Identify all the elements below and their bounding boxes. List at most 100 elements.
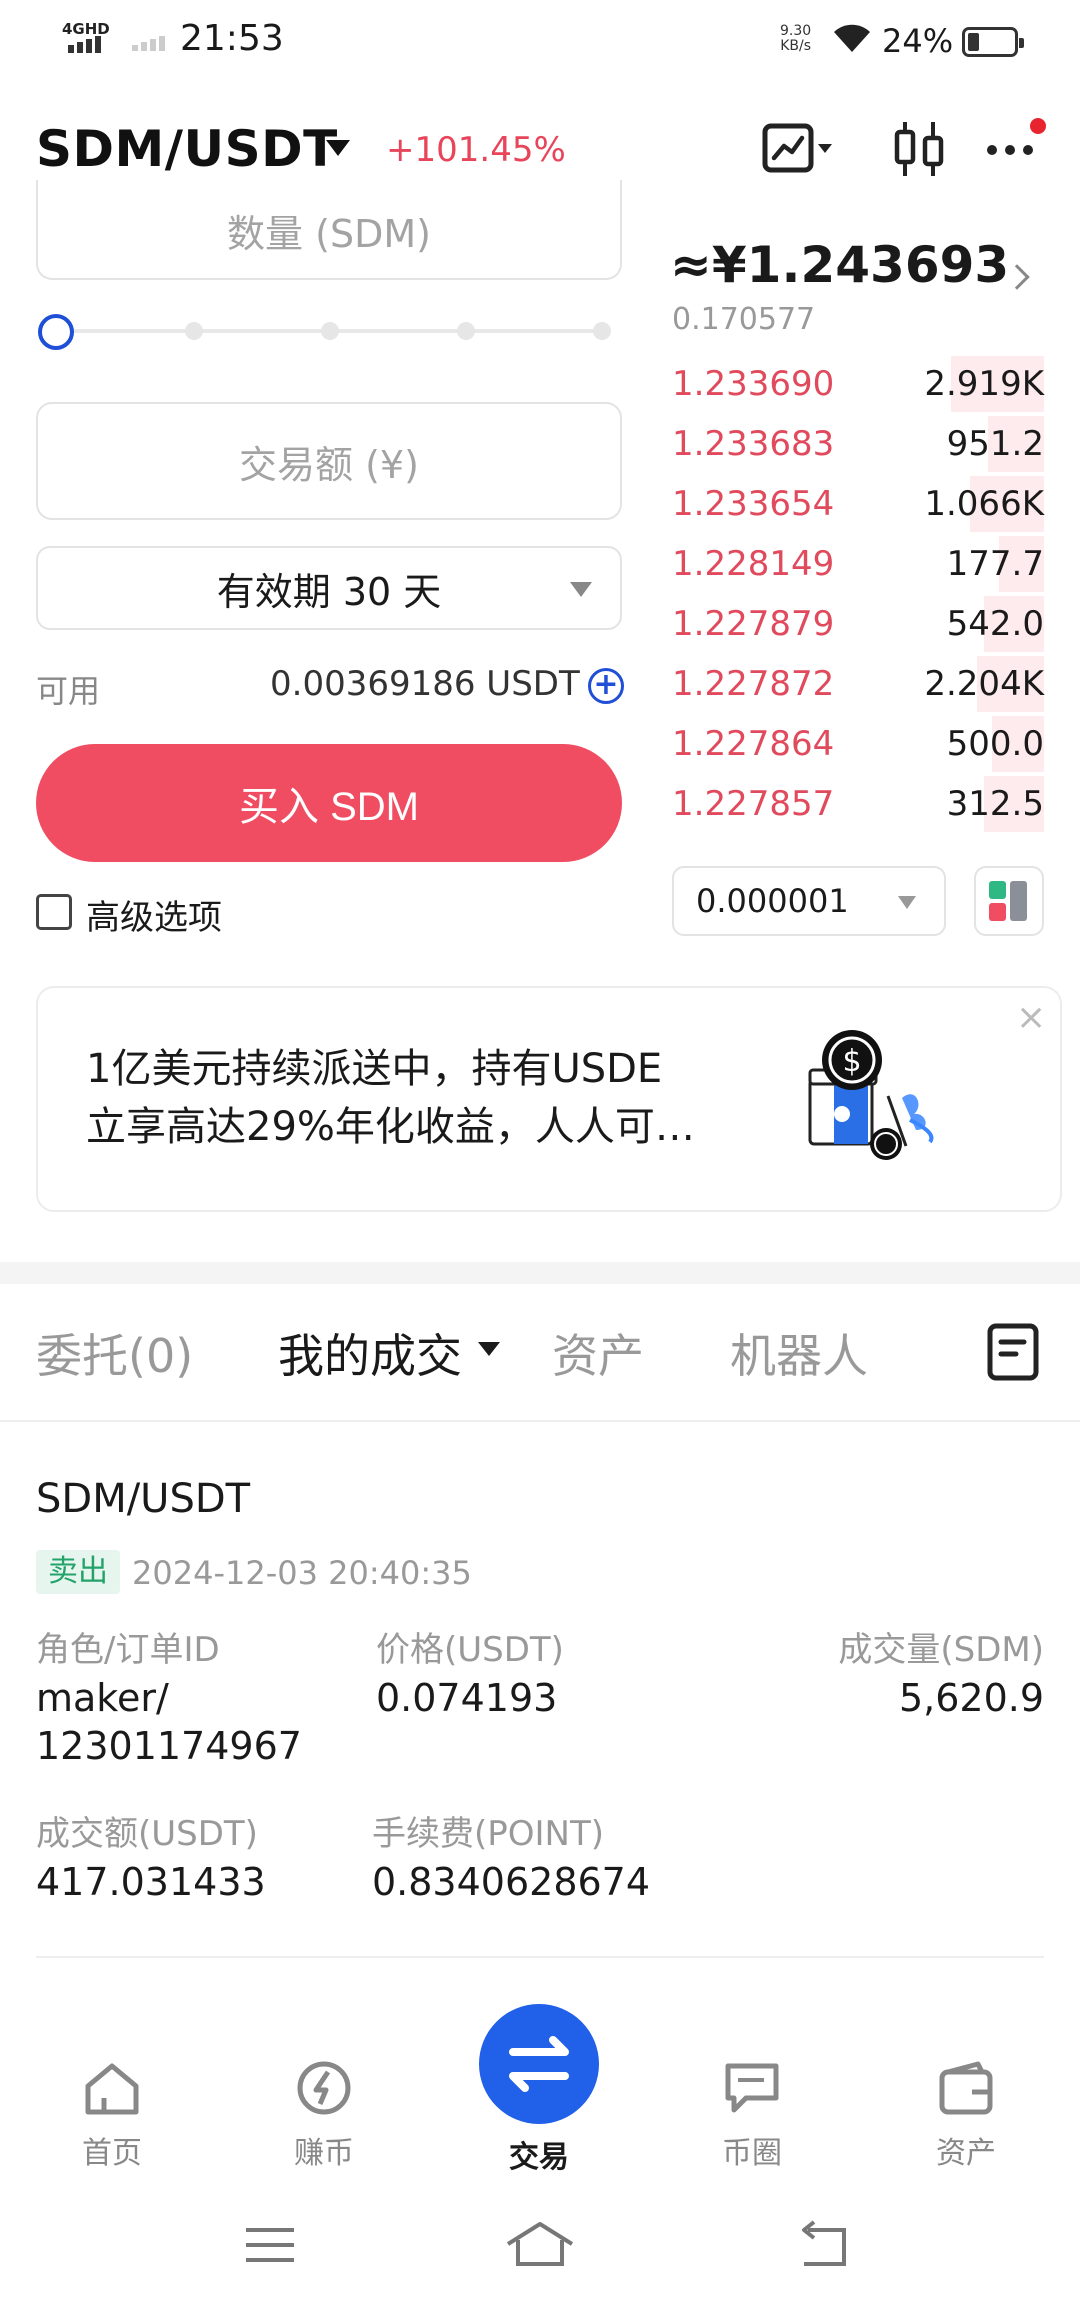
tab-bots[interactable]: 机器人	[730, 1320, 868, 1386]
slider-stop-75[interactable]	[457, 322, 475, 340]
chat-bubble-icon	[725, 2063, 779, 2113]
ask-price: 1.228149	[672, 544, 835, 584]
ask-row[interactable]: 1.233654 1.066K	[672, 474, 1044, 534]
buy-button[interactable]: 买入 SDM	[36, 744, 622, 862]
chart-icon[interactable]	[762, 118, 836, 178]
nav-feed[interactable]: 币圈	[692, 2058, 812, 2172]
home-system-icon[interactable]	[504, 2220, 576, 2270]
precision-dropdown-icon[interactable]	[898, 896, 916, 909]
signal-strength-icon	[68, 36, 101, 53]
ask-quantity: 2.204K	[924, 664, 1044, 704]
close-icon[interactable]: ×	[1016, 1000, 1046, 1036]
role-label: 角色/订单ID	[36, 1630, 220, 1670]
ask-price: 1.227864	[672, 724, 835, 764]
fee-label: 手续费(POINT)	[372, 1814, 605, 1854]
orderbook-layout-button[interactable]	[974, 866, 1044, 936]
ask-row[interactable]: 1.227864 500.0	[672, 714, 1044, 774]
ask-quantity: 1.066K	[924, 484, 1044, 524]
ask-row[interactable]: 1.227872 2.204K	[672, 654, 1044, 714]
wifi-icon	[834, 24, 870, 52]
ask-row[interactable]: 1.227879 542.0	[672, 594, 1044, 654]
pair-dropdown-icon[interactable]	[326, 140, 350, 156]
ask-row[interactable]: 1.227857 312.5	[672, 774, 1044, 834]
candlestick-icon[interactable]	[890, 118, 950, 180]
ask-row[interactable]: 1.228149 177.7	[672, 534, 1044, 594]
slider-stop-100[interactable]	[593, 322, 611, 340]
nav-earn[interactable]: 赚币	[264, 2058, 384, 2172]
slider-stop-25[interactable]	[185, 322, 203, 340]
price-label: 价格(USDT)	[376, 1630, 564, 1670]
quantity-input[interactable]: 数量 (SDM)	[36, 180, 622, 280]
nav-home[interactable]: 首页	[52, 2058, 172, 2172]
ask-quantity: 177.7	[946, 544, 1044, 584]
wallet-icon	[939, 2061, 993, 2115]
gift-coin-illustration-icon: $	[808, 1030, 934, 1160]
status-bar: 4GHD 21:53 9.30 KB/s 24%	[0, 0, 1080, 84]
layout-icon	[989, 881, 1027, 921]
back-icon[interactable]	[794, 2220, 854, 2270]
available-label: 可用	[36, 672, 101, 710]
nav-assets[interactable]: 资产	[906, 2058, 1026, 2172]
ask-price: 1.233654	[672, 484, 835, 524]
trade-amount-placeholder: 交易额 (¥)	[239, 442, 419, 487]
slider-knob[interactable]	[38, 314, 74, 350]
tab-orders[interactable]: 委托(0)	[36, 1320, 193, 1386]
role-value: maker/	[36, 1676, 169, 1720]
signal-strength-secondary-icon	[132, 36, 165, 51]
order-id-value: 12301174967	[36, 1724, 302, 1768]
battery-percent: 24%	[882, 22, 954, 60]
record-divider	[36, 1956, 1044, 1958]
amount-label: 成交额(USDT)	[36, 1814, 258, 1854]
ask-row[interactable]: 1.233690 2.919K	[672, 354, 1044, 414]
ask-quantity: 542.0	[946, 604, 1044, 644]
last-price[interactable]: ≈¥1.243693	[670, 236, 1009, 294]
notification-dot	[1030, 118, 1046, 134]
amount-value: 417.031433	[36, 1860, 266, 1904]
nav-assets-label: 资产	[936, 2136, 996, 2171]
advanced-options-label[interactable]: 高级选项	[86, 890, 222, 939]
recent-apps-icon[interactable]	[240, 2220, 300, 2270]
ask-row[interactable]: 1.233683 951.2	[672, 414, 1044, 474]
ask-quantity: 2.919K	[924, 364, 1044, 404]
network-speed: 9.30 KB/s	[780, 24, 811, 54]
nav-trade[interactable]	[479, 2004, 599, 2124]
swap-icon	[509, 2036, 569, 2092]
fee-value: 0.8340628674	[372, 1860, 651, 1904]
ask-price: 1.233690	[672, 364, 835, 404]
nav-trade-label[interactable]: 交易	[479, 2132, 599, 2176]
ask-price: 1.227879	[672, 604, 835, 644]
section-divider	[0, 1262, 1080, 1284]
ask-price: 1.227857	[672, 784, 835, 824]
trade-time: 2024-12-03 20:40:35	[132, 1554, 472, 1592]
tab-my-trades[interactable]: 我的成交	[278, 1320, 462, 1386]
clock: 21:53	[180, 18, 284, 59]
nav-home-label: 首页	[82, 2136, 142, 2171]
side-badge: 卖出	[36, 1550, 120, 1594]
advanced-options-checkbox[interactable]	[36, 894, 72, 930]
trade-pair: SDM/USDT	[36, 1476, 251, 1522]
promo-line-2: 立享高达29%年化收益，人人可…	[86, 1104, 695, 1150]
tabs-divider	[0, 1420, 1080, 1422]
price-value: 0.074193	[376, 1676, 558, 1720]
pair-selector[interactable]: SDM/USDT	[36, 120, 338, 178]
nav-feed-label: 币圈	[722, 2136, 782, 2171]
volume-label: 成交量(SDM)	[838, 1630, 1044, 1670]
validity-select[interactable]: 有效期 30 天	[36, 546, 622, 630]
slider-stop-50[interactable]	[321, 322, 339, 340]
price-change-percent: +101.45%	[386, 130, 566, 170]
promo-text[interactable]: 1亿美元持续派送中，持有USDE 立享高达29%年化收益，人人可…	[86, 1040, 695, 1156]
home-icon	[85, 2063, 139, 2115]
order-history-icon[interactable]	[986, 1322, 1042, 1382]
validity-value: 有效期 30 天	[216, 569, 442, 614]
ask-quantity: 312.5	[946, 784, 1044, 824]
nav-earn-label: 赚币	[294, 2136, 354, 2171]
ask-price: 1.227872	[672, 664, 835, 704]
quantity-placeholder: 数量 (SDM)	[227, 212, 431, 256]
precision-value: 0.000001	[696, 882, 849, 920]
svg-text:$: $	[842, 1044, 861, 1079]
validity-dropdown-icon[interactable]	[570, 582, 592, 597]
my-trades-dropdown-icon[interactable]	[478, 1342, 500, 1356]
deposit-plus-icon[interactable]: +	[588, 668, 624, 704]
trade-amount-input[interactable]: 交易额 (¥)	[36, 402, 622, 520]
tab-assets[interactable]: 资产	[552, 1320, 644, 1386]
